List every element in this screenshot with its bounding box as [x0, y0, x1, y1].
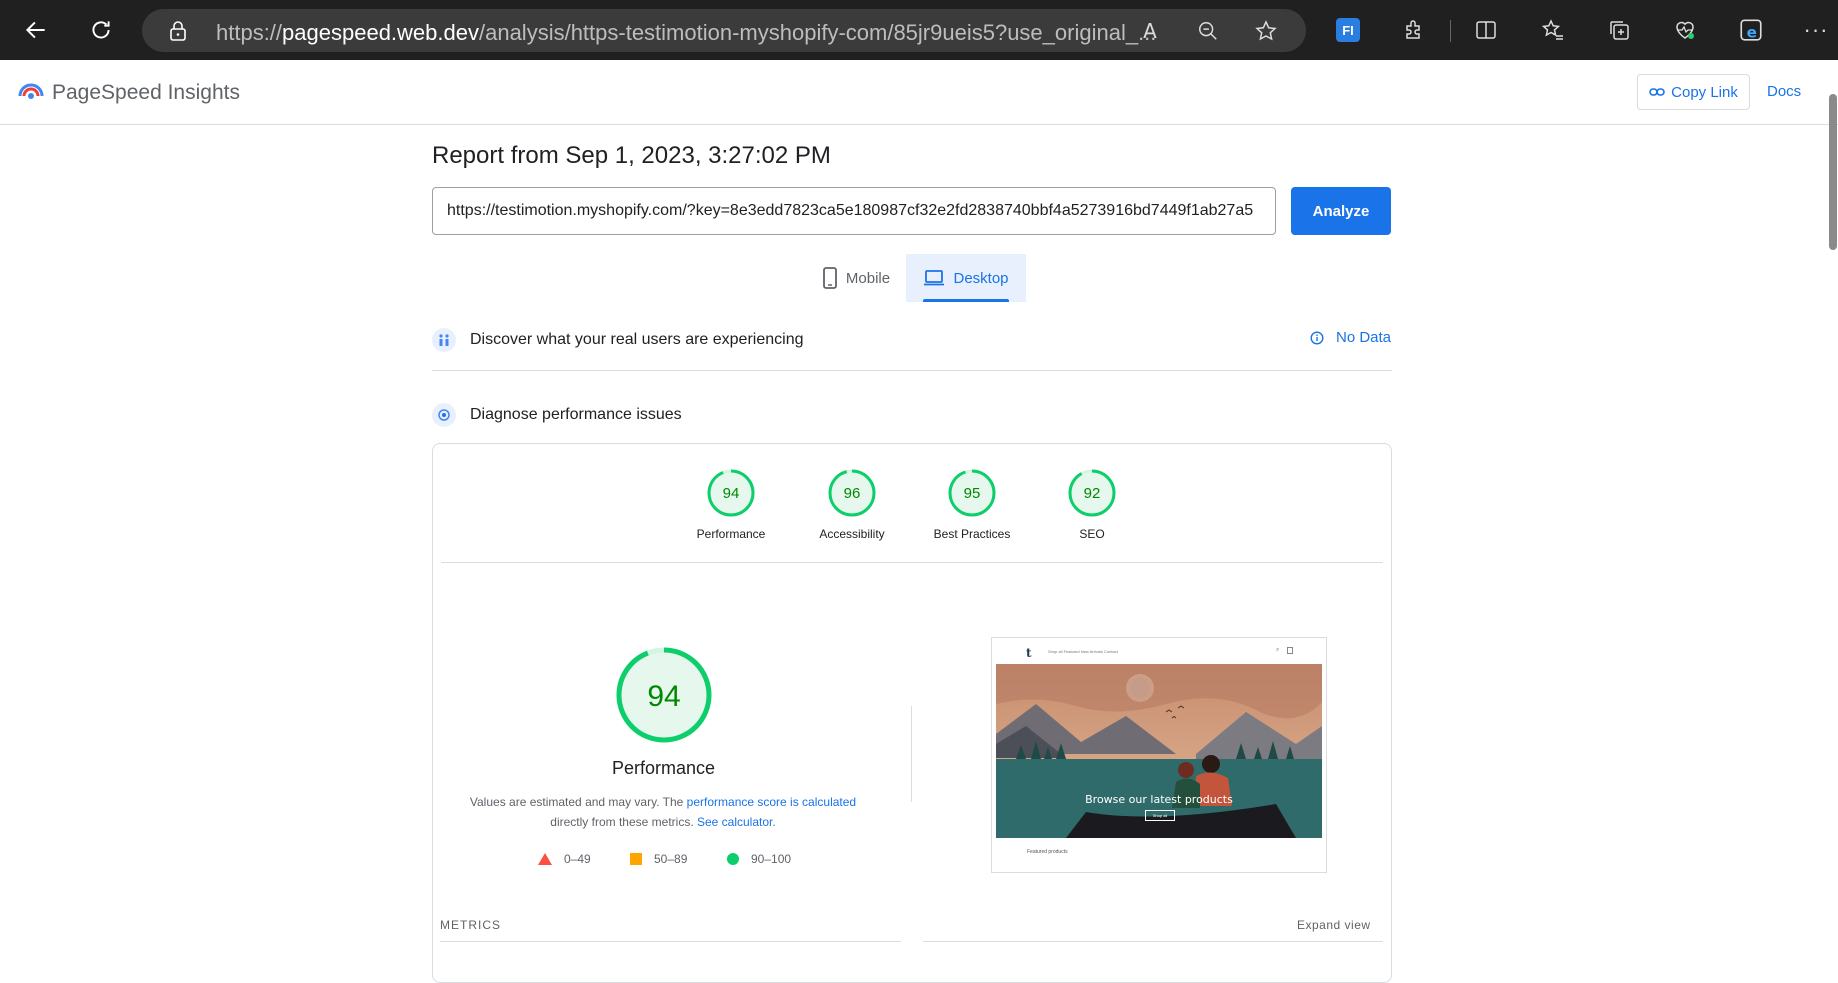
users-chart-icon: [432, 328, 456, 352]
brand-name: PageSpeed Insights: [52, 80, 240, 104]
expand-view-button[interactable]: Expand view: [1297, 918, 1371, 932]
more-menu-icon[interactable]: ···: [1800, 14, 1832, 46]
circle-icon: [727, 853, 739, 865]
screenshot-shop-button: Shop all: [1145, 810, 1175, 821]
gauge-score: 92: [1084, 485, 1101, 502]
screenshot-caption: Browse our latest products: [1085, 793, 1233, 806]
note-text: Values are estimated and may vary. The: [469, 795, 687, 809]
score-gauge: 95: [948, 469, 996, 517]
performance-title: Performance: [611, 758, 716, 778]
info-icon: [1310, 330, 1324, 345]
real-users-title: Discover what your real users are experi…: [470, 331, 804, 348]
url-input[interactable]: [432, 187, 1276, 235]
no-data-link[interactable]: No Data: [1310, 329, 1391, 346]
zoom-out-icon[interactable]: [1192, 15, 1224, 47]
copy-link-button[interactable]: Copy Link: [1637, 74, 1750, 110]
gauge-label: Accessibility: [819, 527, 885, 541]
note-text-2: directly from these metrics.: [550, 815, 697, 829]
favorites-icon[interactable]: [1537, 14, 1569, 46]
legend-average: 50–89: [630, 852, 687, 866]
metrics-divider-right: [923, 941, 1383, 942]
laptop-icon: [924, 270, 945, 286]
screenshot-footer: Featured products: [1027, 849, 1068, 855]
browser-essentials-icon[interactable]: [1669, 14, 1701, 46]
square-icon: [630, 853, 642, 865]
gauge-score: 95: [964, 485, 981, 502]
browser-toolbar: https://pagespeed.web.dev/analysis/https…: [0, 0, 1838, 60]
no-data-label: No Data: [1336, 329, 1392, 346]
diagnose-section: Diagnose performance issues: [432, 403, 1392, 427]
refresh-icon[interactable]: [85, 14, 117, 46]
gauge-performance[interactable]: 94 Performance: [676, 468, 786, 541]
gauge-score: 94: [647, 680, 680, 713]
copy-link-label: Copy Link: [1671, 83, 1738, 101]
gauge-label: SEO: [1079, 527, 1105, 541]
extensions-puzzle-icon[interactable]: [1398, 14, 1430, 46]
performance-note: Values are estimated and may vary. The p…: [450, 792, 876, 832]
performance-big-gauge: 94: [614, 645, 714, 750]
scrollbar-thumb[interactable]: [1829, 94, 1837, 250]
hero-illustration: Browse our latest products Shop all: [996, 664, 1322, 838]
triangle-icon: [538, 853, 552, 865]
report-title: Report from Sep 1, 2023, 3:27:02 PM: [432, 142, 831, 169]
gauge-score: 94: [723, 485, 740, 502]
legend-fail: 0–49: [538, 852, 591, 866]
diagnose-title: Diagnose performance issues: [470, 406, 682, 423]
diagnose-target-icon: [432, 403, 456, 427]
legend-range: 0–49: [564, 852, 591, 866]
gauge-label: Performance: [696, 527, 766, 541]
screenshot-nav-links: Shop all Featured New Arrivals Contact: [1048, 649, 1118, 654]
metrics-divider-left: [440, 941, 901, 942]
internet-explorer-icon[interactable]: e: [1735, 14, 1767, 46]
phone-icon: [823, 267, 837, 289]
gauge-best-practices[interactable]: 95 Best Practices: [917, 468, 1027, 541]
screenshot-logo: t: [1026, 646, 1032, 660]
address-url: https://pagespeed.web.dev/analysis/https…: [216, 20, 1157, 45]
collections-icon[interactable]: [1603, 14, 1635, 46]
tab-mobile-label: Mobile: [845, 269, 891, 287]
page-screenshot: t Shop all Featured New Arrivals Contact…: [991, 637, 1327, 873]
score-gauge: 96: [828, 469, 876, 517]
legend-pass: 90–100: [727, 852, 791, 866]
toolbar-separator: [1450, 20, 1451, 42]
lock-icon: [168, 20, 188, 47]
gauge-accessibility[interactable]: 96 Accessibility: [797, 468, 907, 541]
tab-desktop[interactable]: Desktop: [906, 254, 1026, 302]
analyze-button[interactable]: Analyze: [1291, 187, 1391, 235]
pagespeed-logo-icon: [18, 78, 44, 107]
docs-link[interactable]: Docs: [1767, 83, 1801, 100]
site-header: PageSpeed Insights Copy Link Docs: [0, 60, 1838, 125]
metrics-heading: METRICS: [440, 918, 501, 932]
legend-range: 90–100: [751, 852, 792, 866]
favorite-star-icon[interactable]: [1250, 15, 1282, 47]
address-bar[interactable]: https://pagespeed.web.dev/analysis/https…: [142, 9, 1306, 52]
tab-desktop-label: Desktop: [953, 269, 1009, 287]
gauge-score: 96: [844, 485, 861, 502]
read-aloud-icon[interactable]: A: [1134, 15, 1166, 47]
link-icon: [1649, 88, 1665, 96]
tab-mobile[interactable]: Mobile: [806, 254, 906, 302]
section-divider: [432, 370, 1392, 371]
gauge-seo[interactable]: 92 SEO: [1037, 468, 1147, 541]
legend-range: 50–89: [654, 852, 688, 866]
svg-text:e: e: [1747, 24, 1757, 42]
gauge-label: Best Practices: [933, 527, 1011, 541]
gauges-divider: [441, 562, 1383, 563]
vertical-divider: [911, 706, 912, 802]
back-icon[interactable]: [20, 14, 52, 46]
score-gauge: 94: [707, 469, 755, 517]
real-users-section[interactable]: Discover what your real users are experi…: [432, 328, 1392, 352]
screenshot-search-icon: ⌕: [1276, 647, 1280, 653]
big-score-gauge: 94: [616, 647, 712, 743]
score-gauge: 92: [1068, 469, 1116, 517]
split-screen-icon[interactable]: [1470, 14, 1502, 46]
see-calculator-link[interactable]: See calculator.: [697, 815, 776, 829]
active-tab-indicator: [923, 299, 1009, 302]
screenshot-nav: t Shop all Featured New Arrivals Contact…: [992, 638, 1326, 664]
extension-fi-icon[interactable]: FI: [1332, 14, 1364, 46]
brand[interactable]: PageSpeed Insights: [18, 78, 240, 107]
score-calculated-link[interactable]: performance score is calculated: [687, 795, 856, 809]
screenshot-cart-icon: [1287, 647, 1293, 654]
